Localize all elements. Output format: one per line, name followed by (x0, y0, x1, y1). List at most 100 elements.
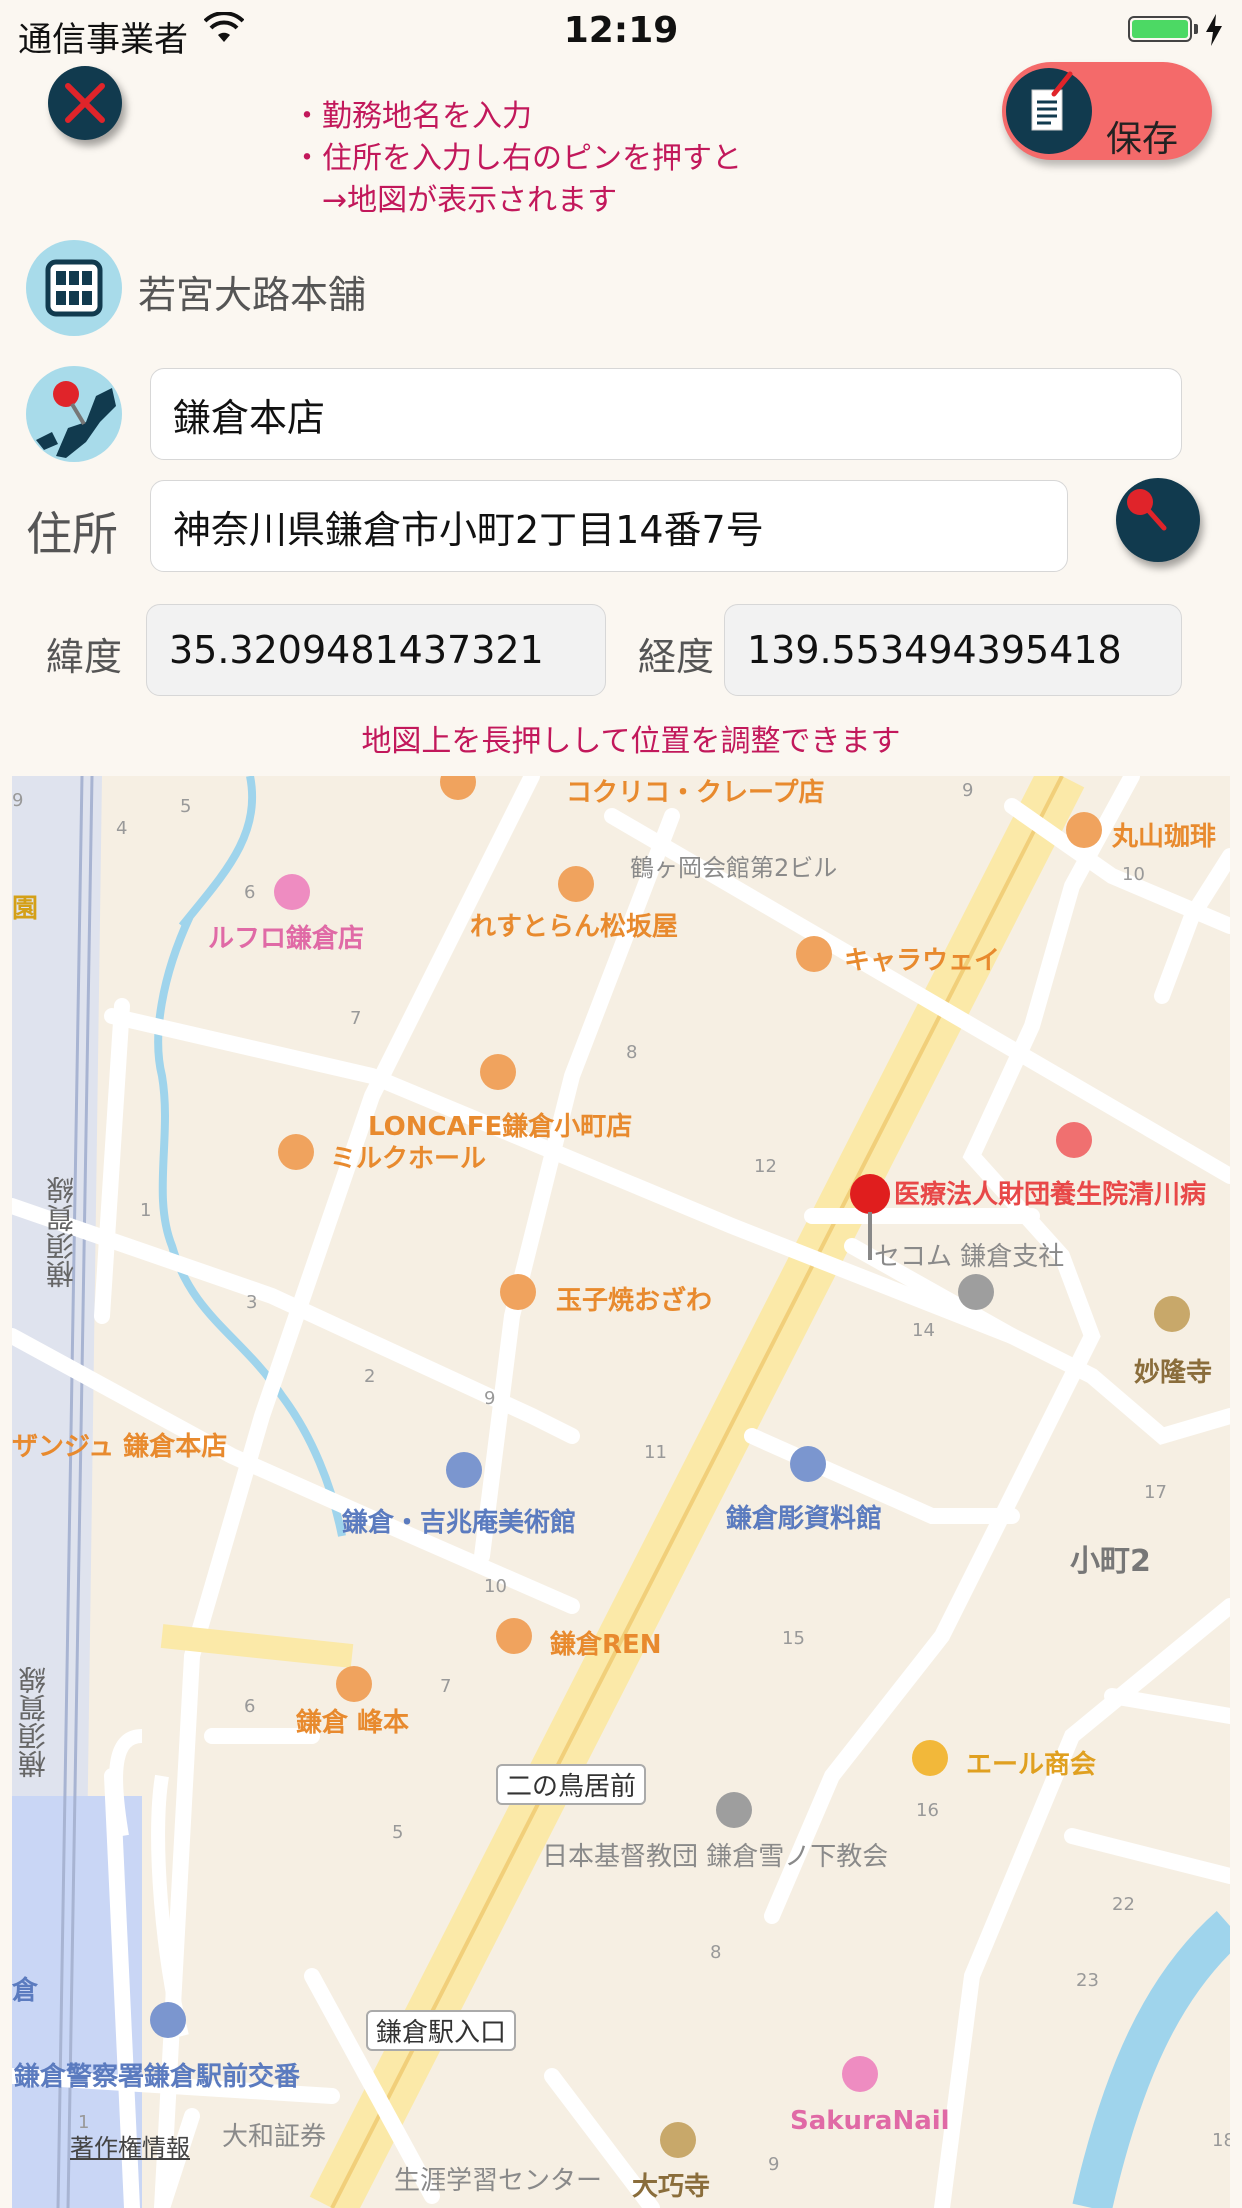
museum-icon[interactable] (446, 1452, 482, 1488)
block-number: 5 (392, 1822, 404, 1843)
poi-label[interactable]: SakuraNail (790, 2106, 950, 2136)
block-number: 11 (644, 1442, 667, 1463)
block-number: 2 (364, 1366, 376, 1387)
cafe-icon[interactable] (480, 1054, 516, 1090)
poi-label[interactable]: ミルクホール (330, 1138, 486, 1175)
geocode-pin-button[interactable] (1116, 478, 1200, 562)
restaurant-icon[interactable] (500, 1274, 536, 1310)
restaurant-icon[interactable] (496, 1618, 532, 1654)
rail-label: 横須賀線 (17, 1666, 50, 1778)
block-number: 5 (180, 796, 192, 817)
address-value: 神奈川県鎌倉市小町2丁目14番7号 (173, 507, 764, 552)
police-icon[interactable] (150, 2002, 186, 2038)
office-name-value: 鎌倉本店 (173, 395, 326, 440)
instruction-line: ・勤務地名を入力 (292, 99, 532, 134)
block-number: 18 (1212, 2130, 1230, 2151)
address-label: 住所 (26, 507, 118, 561)
japan-map-pin-icon (26, 366, 122, 462)
poi-label: 鶴ヶ岡会館第2ビル (630, 854, 838, 882)
block-number: 10 (1122, 864, 1145, 885)
poi-label[interactable]: 玉子焼おざわ (556, 1280, 712, 1317)
office-name-field[interactable]: 鎌倉本店 (150, 368, 1182, 460)
document-icon (1006, 68, 1092, 154)
junction-label: 鎌倉駅入口 (366, 2010, 517, 2051)
close-button[interactable] (48, 66, 122, 140)
hospital-icon[interactable] (1056, 1122, 1092, 1158)
location-pin-icon[interactable] (850, 1174, 890, 1214)
block-number: 12 (754, 1156, 777, 1177)
block-number: 9 (768, 2154, 780, 2175)
poi-label[interactable]: 丸山珈琲 (1112, 816, 1216, 853)
block-number: 6 (244, 1696, 256, 1717)
place-marker-icon[interactable] (716, 1792, 752, 1828)
longitude-label: 経度 (638, 635, 715, 679)
latitude-label: 緯度 (46, 635, 123, 679)
block-number: 4 (116, 818, 128, 839)
poi-label[interactable]: コクリコ・クレープ店 (566, 776, 824, 809)
edge-label: 倉 (12, 1976, 39, 2006)
block-number: 16 (916, 1800, 939, 1821)
block-number: 17 (1144, 1482, 1167, 1503)
instructions: ・勤務地名を入力 ・住所を入力し右のピンを押すと →地図が表示されます (292, 96, 742, 222)
poi-label[interactable]: 鎌倉REN (550, 1624, 662, 1661)
latitude-field[interactable]: 35.3209481437321 (146, 604, 606, 696)
museum-icon[interactable] (790, 1446, 826, 1482)
restaurant-icon[interactable] (796, 936, 832, 972)
poi-label[interactable]: セコム 鎌倉支社 (874, 1236, 1064, 1273)
poi-label[interactable]: 妙隆寺 (1134, 1352, 1212, 1389)
poi-label[interactable]: ザンジュ 鎌倉本店 (12, 1426, 227, 1463)
battery-tip (1194, 24, 1198, 34)
charging-icon (1206, 14, 1222, 46)
poi-label[interactable]: 鎌倉・吉兆庵美術館 (342, 1502, 576, 1539)
restaurant-icon[interactable] (558, 866, 594, 902)
save-button[interactable]: 保存 (1002, 62, 1212, 160)
status-bar: 通信事業者 12:19 (0, 0, 1242, 60)
poi-label[interactable]: 鎌倉彫資料館 (726, 1498, 882, 1535)
poi-label[interactable]: キャラウェイ (844, 940, 1000, 977)
restaurant-icon[interactable] (336, 1666, 372, 1702)
area-label: 小町2 (1070, 1544, 1151, 1579)
rail-label: 横須賀線 (45, 1176, 78, 1288)
poi-label[interactable]: 医療法人財団養生院清川病 (894, 1174, 1206, 1211)
block-number: 3 (246, 1292, 258, 1313)
poi-label[interactable]: れすとらん松坂屋 (470, 906, 678, 943)
location-pin-stem (868, 1212, 872, 1260)
block-number: 15 (782, 1628, 805, 1649)
block-number: 23 (1076, 1970, 1099, 1991)
longitude-value: 139.553494395418 (747, 628, 1122, 672)
beauty-icon[interactable] (274, 874, 310, 910)
store-grid-icon (26, 240, 122, 336)
poi-label[interactable]: 鎌倉警察署鎌倉駅前交番 (14, 2056, 300, 2093)
poi-label: 大和証券 (222, 2122, 327, 2152)
temple-icon[interactable] (660, 2122, 696, 2158)
longitude-field[interactable]: 139.553494395418 (724, 604, 1182, 696)
place-marker-icon[interactable] (958, 1274, 994, 1310)
poi-label[interactable]: 鎌倉 峰本 (296, 1702, 409, 1739)
block-number: 8 (710, 1942, 722, 1963)
cafe-icon[interactable] (278, 1134, 314, 1170)
cafe-icon[interactable] (1066, 812, 1102, 848)
store-name: 若宮大路本舗 (138, 273, 367, 317)
shop-icon[interactable] (912, 1740, 948, 1776)
address-field[interactable]: 神奈川県鎌倉市小町2丁目14番7号 (150, 480, 1068, 572)
poi-label[interactable]: エール商会 (966, 1744, 1096, 1781)
save-label: 保存 (1106, 119, 1179, 160)
block-number: 8 (626, 1042, 638, 1063)
block-number: 9 (484, 1388, 496, 1409)
poi-label[interactable]: 大巧寺 (632, 2166, 710, 2203)
beauty-icon[interactable] (842, 2056, 878, 2092)
poi-label[interactable]: 日本基督教団 鎌倉雪ノ下教会 (542, 1836, 888, 1873)
block-number: 9 (962, 780, 974, 801)
poi-label: 生涯学習センター (394, 2166, 603, 2196)
poi-label[interactable]: ルフロ鎌倉店 (208, 918, 364, 955)
map-base (12, 776, 1230, 2208)
block-number: 7 (440, 1676, 452, 1697)
credits-link[interactable]: 著作権情報 (70, 2128, 190, 2163)
instruction-line: ・住所を入力し右のピンを押すと (292, 141, 742, 176)
map-view[interactable]: 9 5 4 6 9 10 7 8 12 1 3 14 2 9 11 17 10 … (12, 776, 1230, 2208)
block-number: 22 (1112, 1894, 1135, 1915)
latitude-value: 35.3209481437321 (169, 628, 544, 672)
block-number: 9 (12, 790, 24, 811)
block-number: 6 (244, 882, 256, 903)
temple-icon[interactable] (1154, 1296, 1190, 1332)
